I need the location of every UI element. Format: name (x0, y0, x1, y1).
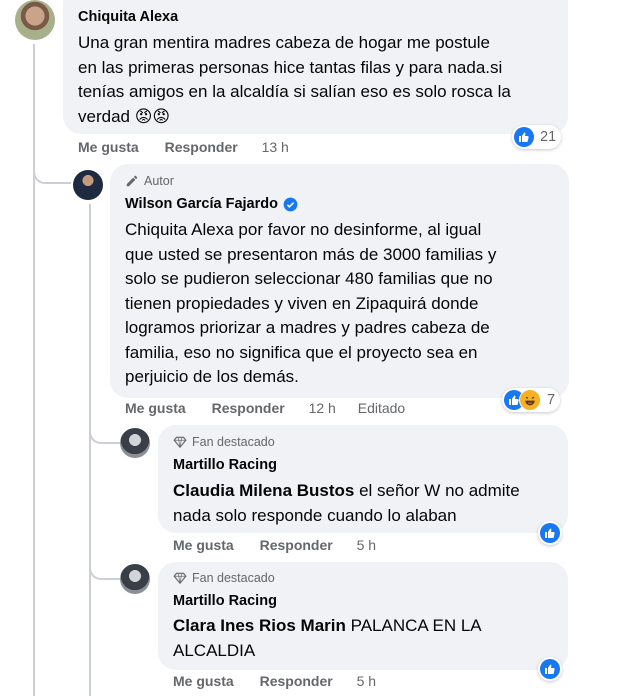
comment-line: Chiquita Alexa por favor no desinforme, … (125, 220, 482, 239)
like-button[interactable]: Me gusta (173, 537, 234, 553)
diamond-icon (173, 572, 187, 585)
pencil-icon (126, 175, 138, 187)
comment-line: verdad 😡😡 (78, 106, 171, 126)
comment-line: nada solo responde cuando lo alaban (173, 505, 457, 525)
comment-author[interactable]: Martillo Racing (173, 593, 277, 609)
like-button[interactable]: Me gusta (125, 400, 186, 416)
timestamp[interactable]: 5 h (357, 537, 376, 553)
comment-text: Clara Ines Rios Marin PALANCA EN LA ALCA… (173, 614, 563, 663)
reaction-count: 21 (540, 129, 557, 145)
comment-actions: Me gusta Responder 5 h (173, 673, 376, 689)
haha-reaction-icon (519, 389, 541, 411)
author-badge: Autor (125, 174, 174, 188)
timestamp[interactable]: 13 h (262, 139, 289, 155)
comment-line: en las primeras personas hice tantas fil… (78, 57, 503, 77)
mention-link[interactable]: Clara Ines Rios Marin (173, 616, 346, 635)
author-name[interactable]: Wilson García Fajardo (125, 196, 278, 212)
comment-text: Chiquita Alexa por favor no desinforme, … (125, 218, 565, 390)
thread-connector-reply-2 (89, 422, 121, 444)
badge-label: Fan destacado (192, 435, 275, 449)
reply-button[interactable]: Responder (165, 139, 238, 155)
comment-author[interactable]: Chiquita Alexa (78, 9, 178, 25)
thread-connector-reply-1 (33, 160, 71, 184)
diamond-icon (173, 436, 187, 449)
like-button[interactable]: Me gusta (78, 139, 139, 155)
comment-actions: Me gusta Responder 12 h Editado (125, 400, 405, 416)
comment-line: ALCALDIA (173, 640, 256, 660)
comment-line: logramos priorizar a madres y padres cab… (125, 318, 490, 337)
comment-line: Clara Ines Rios Marin PALANCA EN LA (173, 614, 563, 639)
avatar[interactable] (120, 428, 150, 458)
edited-label[interactable]: Editado (358, 400, 405, 416)
avatar[interactable] (120, 564, 150, 594)
comment-author[interactable]: Martillo Racing (173, 457, 277, 473)
like-reaction-icon (540, 523, 560, 543)
reaction-summary[interactable]: 7 (502, 388, 561, 412)
reaction-summary[interactable] (538, 521, 562, 545)
comment-line: solo se pudieron seleccionar 480 familia… (125, 269, 493, 288)
like-reaction-icon (514, 127, 534, 147)
comment-text: Claudia Milena Bustos el señor W no admi… (173, 479, 563, 528)
thread-connector-reply-3 (89, 558, 121, 580)
reply-button[interactable]: Responder (260, 673, 333, 689)
avatar[interactable] (15, 0, 55, 40)
like-reaction-icon (540, 659, 560, 679)
timestamp[interactable]: 12 h (309, 400, 336, 416)
reply-button[interactable]: Responder (212, 400, 285, 416)
comment-text: Una gran mentira madres cabeza de hogar … (78, 31, 558, 129)
reaction-summary[interactable] (538, 657, 562, 681)
comment-line: familia, eso no significa que el proyect… (125, 342, 478, 362)
verified-badge-icon (283, 197, 298, 211)
avatar[interactable] (73, 170, 103, 200)
comment-line: que usted se presentaron más de 3000 fam… (125, 244, 497, 264)
fan-badge: Fan destacado (173, 571, 275, 585)
fan-badge: Fan destacado (173, 435, 275, 449)
like-button[interactable]: Me gusta (173, 673, 234, 689)
badge-label: Fan destacado (192, 571, 275, 585)
reaction-count: 7 (547, 392, 556, 408)
badge-label: Autor (144, 174, 174, 188)
timestamp[interactable]: 5 h (357, 673, 376, 689)
reaction-summary[interactable]: 21 (512, 125, 562, 149)
comment-line: tienen propiedades y viven en Zipaquirá … (125, 293, 479, 313)
comment-actions: Me gusta Responder 5 h (173, 537, 376, 553)
comment-line: tenías amigos en la alcaldía si salían e… (78, 82, 511, 101)
comment-actions: Me gusta Responder 13 h (78, 139, 289, 155)
thread-line-main (33, 44, 35, 696)
comment-line: Una gran mentira madres cabeza de hogar … (78, 33, 491, 52)
comment-line: Claudia Milena Bustos el señor W no admi… (173, 479, 563, 504)
comment-line-text: el señor W no admite (354, 481, 520, 500)
comment-line-text: PALANCA EN LA (345, 616, 482, 635)
reply-button[interactable]: Responder (260, 537, 333, 553)
thread-line-reply (89, 204, 91, 696)
mention-link[interactable]: Claudia Milena Bustos (173, 481, 354, 500)
comment-author[interactable]: Wilson García Fajardo (125, 196, 298, 212)
comment-line: perjuicio de los demás. (125, 367, 299, 386)
